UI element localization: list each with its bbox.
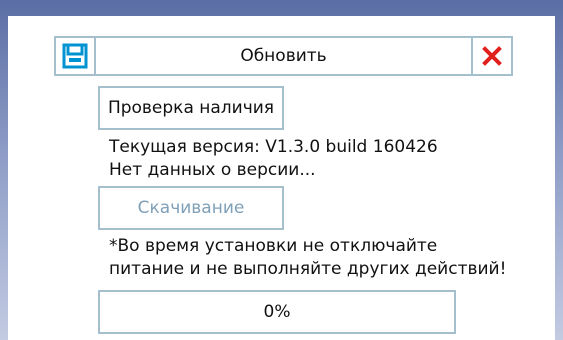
progress-bar: 0%: [98, 290, 456, 334]
dialog-title-bar: Обновить: [54, 36, 513, 76]
save-button[interactable]: [56, 38, 96, 74]
close-button[interactable]: [471, 38, 511, 74]
version-status-text: Нет данных о версии...: [109, 160, 316, 180]
download-button[interactable]: Скачивание: [98, 186, 284, 230]
check-availability-button[interactable]: Проверка наличия: [98, 86, 284, 130]
warning-text-line-2: питание и не выполняйте других действий!: [109, 259, 507, 279]
close-icon: [482, 46, 502, 66]
dialog-title: Обновить: [240, 46, 327, 66]
progress-label: 0%: [263, 302, 291, 322]
download-label: Скачивание: [137, 198, 245, 218]
save-icon: [62, 43, 88, 69]
current-version-text: Текущая версия: V1.3.0 build 160426: [109, 137, 438, 157]
warning-text-line-1: *Во время установки не отключайте: [109, 236, 438, 256]
update-dialog: Обновить Проверка наличия Текущая версия…: [8, 16, 555, 340]
check-availability-label: Проверка наличия: [107, 98, 275, 118]
